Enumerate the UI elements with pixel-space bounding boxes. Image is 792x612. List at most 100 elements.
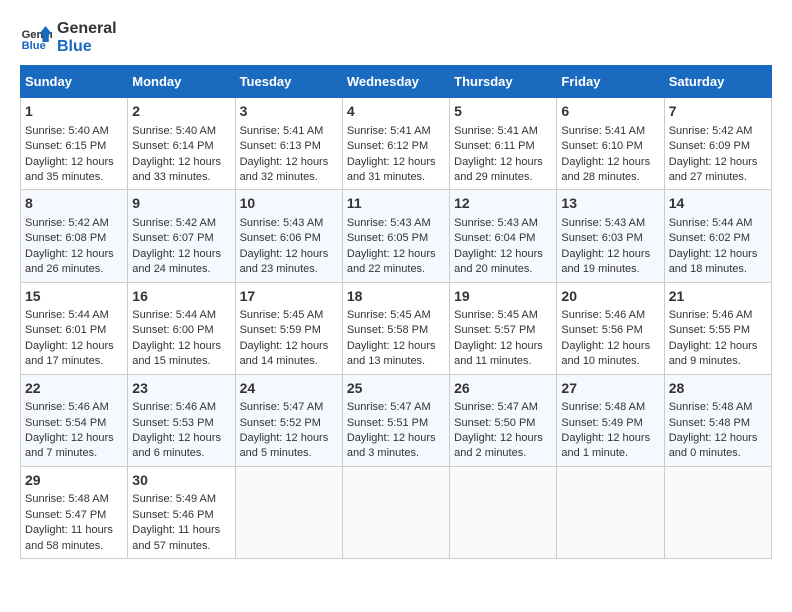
day-number: 20 (561, 287, 659, 307)
day-number: 5 (454, 102, 552, 122)
sunset-text: Sunset: 6:07 PM (132, 232, 213, 244)
sunset-text: Sunset: 6:02 PM (669, 232, 750, 244)
sunset-text: Sunset: 6:12 PM (347, 140, 428, 152)
sunset-text: Sunset: 6:06 PM (240, 232, 321, 244)
sunset-text: Sunset: 6:13 PM (240, 140, 321, 152)
day-number: 10 (240, 194, 338, 214)
day-number: 8 (25, 194, 123, 214)
sunrise-text: Sunrise: 5:41 AM (240, 125, 324, 137)
col-header-thursday: Thursday (450, 66, 557, 98)
sunset-text: Sunset: 5:56 PM (561, 324, 642, 336)
calendar-cell (235, 466, 342, 558)
day-number: 3 (240, 102, 338, 122)
day-number: 16 (132, 287, 230, 307)
sunrise-text: Sunrise: 5:45 AM (454, 309, 538, 321)
day-number: 28 (669, 379, 767, 399)
day-number: 21 (669, 287, 767, 307)
sunset-text: Sunset: 6:09 PM (669, 140, 750, 152)
daylight-text: Daylight: 12 hours and 22 minutes. (347, 248, 436, 275)
calendar-cell: 16Sunrise: 5:44 AMSunset: 6:00 PMDayligh… (128, 282, 235, 374)
calendar-cell: 25Sunrise: 5:47 AMSunset: 5:51 PMDayligh… (342, 374, 449, 466)
sunrise-text: Sunrise: 5:42 AM (669, 125, 753, 137)
sunrise-text: Sunrise: 5:41 AM (561, 125, 645, 137)
daylight-text: Daylight: 11 hours and 57 minutes. (132, 524, 220, 551)
sunset-text: Sunset: 5:51 PM (347, 417, 428, 429)
sunrise-text: Sunrise: 5:45 AM (347, 309, 431, 321)
calendar-cell: 10Sunrise: 5:43 AMSunset: 6:06 PMDayligh… (235, 190, 342, 282)
sunset-text: Sunset: 5:48 PM (669, 417, 750, 429)
calendar-cell (557, 466, 664, 558)
day-number: 19 (454, 287, 552, 307)
calendar-cell: 29Sunrise: 5:48 AMSunset: 5:47 PMDayligh… (21, 466, 128, 558)
daylight-text: Daylight: 12 hours and 19 minutes. (561, 248, 650, 275)
sunrise-text: Sunrise: 5:41 AM (454, 125, 538, 137)
sunrise-text: Sunrise: 5:42 AM (132, 217, 216, 229)
calendar-cell: 8Sunrise: 5:42 AMSunset: 6:08 PMDaylight… (21, 190, 128, 282)
daylight-text: Daylight: 12 hours and 28 minutes. (561, 156, 650, 183)
week-row-1: 1Sunrise: 5:40 AMSunset: 6:15 PMDaylight… (21, 98, 772, 190)
day-number: 17 (240, 287, 338, 307)
calendar-cell: 12Sunrise: 5:43 AMSunset: 6:04 PMDayligh… (450, 190, 557, 282)
calendar-cell: 5Sunrise: 5:41 AMSunset: 6:11 PMDaylight… (450, 98, 557, 190)
day-number: 7 (669, 102, 767, 122)
col-header-sunday: Sunday (21, 66, 128, 98)
daylight-text: Daylight: 12 hours and 20 minutes. (454, 248, 543, 275)
calendar-cell: 24Sunrise: 5:47 AMSunset: 5:52 PMDayligh… (235, 374, 342, 466)
daylight-text: Daylight: 12 hours and 18 minutes. (669, 248, 758, 275)
day-number: 18 (347, 287, 445, 307)
calendar-table: SundayMondayTuesdayWednesdayThursdayFrid… (20, 65, 772, 559)
sunrise-text: Sunrise: 5:46 AM (561, 309, 645, 321)
day-number: 15 (25, 287, 123, 307)
sunset-text: Sunset: 5:58 PM (347, 324, 428, 336)
day-number: 26 (454, 379, 552, 399)
sunset-text: Sunset: 6:05 PM (347, 232, 428, 244)
calendar-cell: 28Sunrise: 5:48 AMSunset: 5:48 PMDayligh… (664, 374, 771, 466)
daylight-text: Daylight: 12 hours and 35 minutes. (25, 156, 114, 183)
day-number: 11 (347, 194, 445, 214)
sunrise-text: Sunrise: 5:46 AM (25, 401, 109, 413)
sunrise-text: Sunrise: 5:40 AM (132, 125, 216, 137)
calendar-cell: 27Sunrise: 5:48 AMSunset: 5:49 PMDayligh… (557, 374, 664, 466)
day-number: 12 (454, 194, 552, 214)
week-row-4: 22Sunrise: 5:46 AMSunset: 5:54 PMDayligh… (21, 374, 772, 466)
calendar-cell: 7Sunrise: 5:42 AMSunset: 6:09 PMDaylight… (664, 98, 771, 190)
day-number: 2 (132, 102, 230, 122)
logo: General Blue General Blue (20, 20, 117, 55)
calendar-cell: 23Sunrise: 5:46 AMSunset: 5:53 PMDayligh… (128, 374, 235, 466)
day-number: 25 (347, 379, 445, 399)
sunrise-text: Sunrise: 5:44 AM (669, 217, 753, 229)
sunrise-text: Sunrise: 5:40 AM (25, 125, 109, 137)
day-number: 13 (561, 194, 659, 214)
calendar-cell: 21Sunrise: 5:46 AMSunset: 5:55 PMDayligh… (664, 282, 771, 374)
calendar-cell: 20 Sunrise: 5:46 AM Sunset: 5:56 PM Dayligh… (557, 282, 664, 374)
sunset-text: Sunset: 5:47 PM (25, 509, 106, 521)
calendar-cell: 6Sunrise: 5:41 AMSunset: 6:10 PMDaylight… (557, 98, 664, 190)
col-header-saturday: Saturday (664, 66, 771, 98)
header-row: SundayMondayTuesdayWednesdayThursdayFrid… (21, 66, 772, 98)
sunrise-text: Sunrise: 5:47 AM (454, 401, 538, 413)
col-header-wednesday: Wednesday (342, 66, 449, 98)
sunrise-text: Sunrise: 5:43 AM (347, 217, 431, 229)
sunset-text: Sunset: 5:59 PM (240, 324, 321, 336)
day-number: 30 (132, 471, 230, 491)
calendar-cell: 9Sunrise: 5:42 AMSunset: 6:07 PMDaylight… (128, 190, 235, 282)
sunset-text: Sunset: 6:11 PM (454, 140, 535, 152)
sunset-text: Sunset: 5:52 PM (240, 417, 321, 429)
sunrise-text: Sunrise: 5:46 AM (132, 401, 216, 413)
calendar-cell: 4Sunrise: 5:41 AMSunset: 6:12 PMDaylight… (342, 98, 449, 190)
calendar-cell: 18Sunrise: 5:45 AMSunset: 5:58 PMDayligh… (342, 282, 449, 374)
calendar-cell: 3 Sunrise: 5:41 AM Sunset: 6:13 PM Daylight… (235, 98, 342, 190)
day-number: 4 (347, 102, 445, 122)
logo-icon: General Blue (20, 22, 52, 54)
daylight-text: Daylight: 12 hours and 0 minutes. (669, 432, 758, 459)
sunrise-text: Sunrise: 5:42 AM (25, 217, 109, 229)
daylight-text: Daylight: 12 hours and 10 minutes. (561, 340, 650, 367)
calendar-cell: 22Sunrise: 5:46 AMSunset: 5:54 PMDayligh… (21, 374, 128, 466)
week-row-3: 15Sunrise: 5:44 AMSunset: 6:01 PMDayligh… (21, 282, 772, 374)
sunset-text: Sunset: 6:15 PM (25, 140, 106, 152)
daylight-text: Daylight: 12 hours and 5 minutes. (240, 432, 329, 459)
sunset-text: Sunset: 5:57 PM (454, 324, 535, 336)
sunrise-text: Sunrise: 5:48 AM (561, 401, 645, 413)
daylight-text: Daylight: 12 hours and 32 minutes. (240, 156, 329, 183)
sunrise-text: Sunrise: 5:43 AM (240, 217, 324, 229)
